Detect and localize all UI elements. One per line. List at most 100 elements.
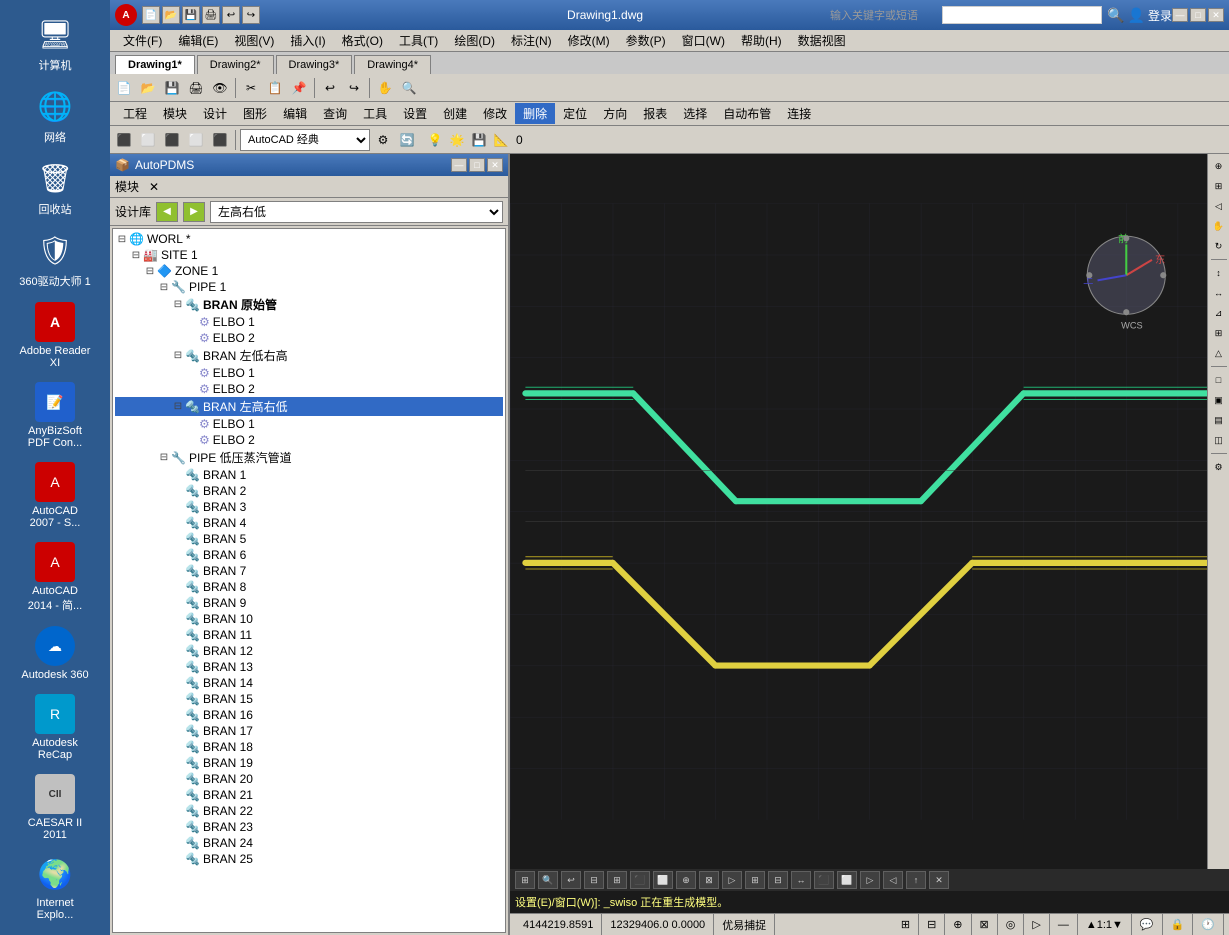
menu-help[interactable]: 帮助(H)	[733, 30, 790, 51]
rtb-view3[interactable]: ▤	[1210, 411, 1228, 429]
status-dynin[interactable]: ▷	[1024, 914, 1049, 935]
tb-copy[interactable]: 📋	[264, 77, 286, 99]
status-osnap[interactable]: ◎	[998, 914, 1025, 935]
tb-layer[interactable]: 💡	[424, 129, 446, 151]
desktop-icon-anybiz[interactable]: 📝 AnyBizSoft PDF Con...	[15, 378, 95, 453]
tree-node-elbo2b[interactable]: ⚙ ELBO 2	[115, 381, 503, 397]
vp-btn-end[interactable]: ✕	[929, 871, 949, 889]
menu-window[interactable]: 窗口(W)	[674, 30, 733, 51]
vp-btn-11[interactable]: ⊞	[745, 871, 765, 889]
pdms-menu-engineering[interactable]: 工程	[115, 103, 155, 124]
rtb-orbit[interactable]: ↻	[1210, 237, 1228, 255]
status-ortho[interactable]: ⊕	[945, 914, 971, 935]
status-scale[interactable]: ▲ 1:1 ▼	[1078, 914, 1132, 935]
rtb-view1[interactable]: □	[1210, 371, 1228, 389]
vp-btn-7[interactable]: ⬜	[653, 871, 673, 889]
vp-btn-12[interactable]: ⊟	[768, 871, 788, 889]
menu-modify[interactable]: 修改(M)	[560, 30, 618, 51]
tree-node-bran11[interactable]: 🔩 BRAN 11	[115, 627, 503, 643]
tree-node-bran-lefthigh[interactable]: ⊟ 🔩 BRAN 左高右低	[115, 397, 503, 416]
tree-node-bran-yuanshi[interactable]: ⊟ 🔩 BRAN 原始管	[115, 295, 503, 314]
vp-btn-18[interactable]: ↑	[906, 871, 926, 889]
search-icon[interactable]: 🔍	[1107, 7, 1124, 24]
vp-btn-10[interactable]: ▷	[722, 871, 742, 889]
pdms-menu-direction[interactable]: 方向	[595, 103, 635, 124]
menu-view[interactable]: 视图(V)	[226, 30, 282, 51]
pdms-menu-create[interactable]: 创建	[435, 103, 475, 124]
pdms-menu-delete[interactable]: 删除	[515, 103, 555, 124]
tree-node-bran1[interactable]: 🔩 BRAN 1	[115, 467, 503, 483]
tb-save[interactable]: 💾	[161, 77, 183, 99]
tree-toggle-site1[interactable]: ⊟	[129, 250, 143, 261]
pdms-menu-select[interactable]: 选择	[675, 103, 715, 124]
vp-btn-6[interactable]: ⬛	[630, 871, 650, 889]
pdms-menu-autoroute[interactable]: 自动布管	[715, 103, 779, 124]
tree-node-bran17[interactable]: 🔩 BRAN 17	[115, 723, 503, 739]
tree-node-bran13[interactable]: 🔩 BRAN 13	[115, 659, 503, 675]
tree-node-elbo2c[interactable]: ⚙ ELBO 2	[115, 432, 503, 448]
pdms-close[interactable]: ✕	[487, 158, 503, 172]
tb-print[interactable]: 🖨	[185, 77, 207, 99]
tree-node-bran16[interactable]: 🔩 BRAN 16	[115, 707, 503, 723]
pdms-menu-edit[interactable]: 编辑	[275, 103, 315, 124]
tree-node-bran18[interactable]: 🔩 BRAN 18	[115, 739, 503, 755]
tb-undo[interactable]: ↩	[319, 77, 341, 99]
3d-viewport[interactable]: 东 前 上 WCS ⊕ ⊞ ◁ ✋	[510, 154, 1229, 869]
tb-3d-3[interactable]: ⬛	[161, 129, 183, 151]
vp-btn-1[interactable]: ⊞	[515, 871, 535, 889]
tb-3d-4[interactable]: ⬜	[185, 129, 207, 151]
pdms-menu-modify[interactable]: 修改	[475, 103, 515, 124]
tb-layer4[interactable]: 📐	[490, 129, 512, 151]
pdms-menu-tools[interactable]: 工具	[355, 103, 395, 124]
tree-node-bran4[interactable]: 🔩 BRAN 4	[115, 515, 503, 531]
tb-3d-2[interactable]: ⬜	[137, 129, 159, 151]
pdms-menu-report[interactable]: 报表	[635, 103, 675, 124]
tree-node-elbo2a[interactable]: ⚙ ELBO 2	[115, 330, 503, 346]
tree-node-bran8[interactable]: 🔩 BRAN 8	[115, 579, 503, 595]
tree-toggle-pipe2[interactable]: ⊟	[157, 452, 171, 463]
status-polar[interactable]: ⊠	[972, 914, 998, 935]
tb-open[interactable]: 📂	[137, 77, 159, 99]
vp-btn-15[interactable]: ⬜	[837, 871, 857, 889]
tree-node-bran7[interactable]: 🔩 BRAN 7	[115, 563, 503, 579]
tree-toggle-bran-yuanshi[interactable]: ⊟	[171, 299, 185, 310]
maximize-btn[interactable]: □	[1190, 8, 1206, 22]
status-lock[interactable]: 🔒	[1163, 914, 1194, 935]
tb-layer3[interactable]: 💾	[468, 129, 490, 151]
tb-3d-5[interactable]: ⬛	[209, 129, 231, 151]
pdms-menu-module[interactable]: 模块	[155, 103, 195, 124]
rtb-3d-1[interactable]: ↕	[1210, 264, 1228, 282]
save-btn[interactable]: 💾	[182, 6, 200, 24]
desktop-icon-network[interactable]: 🌐 网络	[15, 82, 95, 149]
vp-btn-17[interactable]: ◁	[883, 871, 903, 889]
scale-up[interactable]: ▲	[1086, 919, 1097, 931]
tree-node-pipe1[interactable]: ⊟ 🔧 PIPE 1	[115, 279, 503, 295]
tree-node-bran19[interactable]: 🔩 BRAN 19	[115, 755, 503, 771]
tree-node-bran3[interactable]: 🔩 BRAN 3	[115, 499, 503, 515]
vp-btn-2[interactable]: 🔍	[538, 871, 558, 889]
tb-cut[interactable]: ✂	[240, 77, 262, 99]
vp-btn-14[interactable]: ⬛	[814, 871, 834, 889]
pdms-menu-position[interactable]: 定位	[555, 103, 595, 124]
tree-node-world[interactable]: ⊟ 🌐 WORL *	[115, 231, 503, 247]
rtb-3d-2[interactable]: ↔	[1210, 284, 1228, 302]
status-grid[interactable]: ⊞	[893, 914, 919, 935]
scale-down[interactable]: ▼	[1112, 919, 1123, 931]
rtb-zoom-extent[interactable]: ⊕	[1210, 157, 1228, 175]
orientation-dropdown[interactable]: 左高右低 左低右高 原始管	[210, 201, 503, 223]
desktop-icon-recycle[interactable]: 🗑 回收站	[15, 154, 95, 221]
style-dropdown[interactable]: AutoCAD 经典	[240, 129, 370, 151]
tb-refresh[interactable]: 🔄	[396, 129, 418, 151]
rtb-zoom-window[interactable]: ⊞	[1210, 177, 1228, 195]
menu-draw[interactable]: 绘图(D)	[446, 30, 503, 51]
tree-node-bran6[interactable]: 🔩 BRAN 6	[115, 547, 503, 563]
rtb-3d-4[interactable]: ⊞	[1210, 324, 1228, 342]
tree-node-bran24[interactable]: 🔩 BRAN 24	[115, 835, 503, 851]
pdms-maximize[interactable]: □	[469, 158, 485, 172]
tree-node-bran25[interactable]: 🔩 BRAN 25	[115, 851, 503, 867]
vp-btn-4[interactable]: ⊟	[584, 871, 604, 889]
print-btn[interactable]: 🖨	[202, 6, 220, 24]
tree-node-bran14[interactable]: 🔩 BRAN 14	[115, 675, 503, 691]
menu-format[interactable]: 格式(O)	[334, 30, 391, 51]
desktop-icon-autocad2014[interactable]: A AutoCAD 2014 - 简...	[15, 538, 95, 617]
